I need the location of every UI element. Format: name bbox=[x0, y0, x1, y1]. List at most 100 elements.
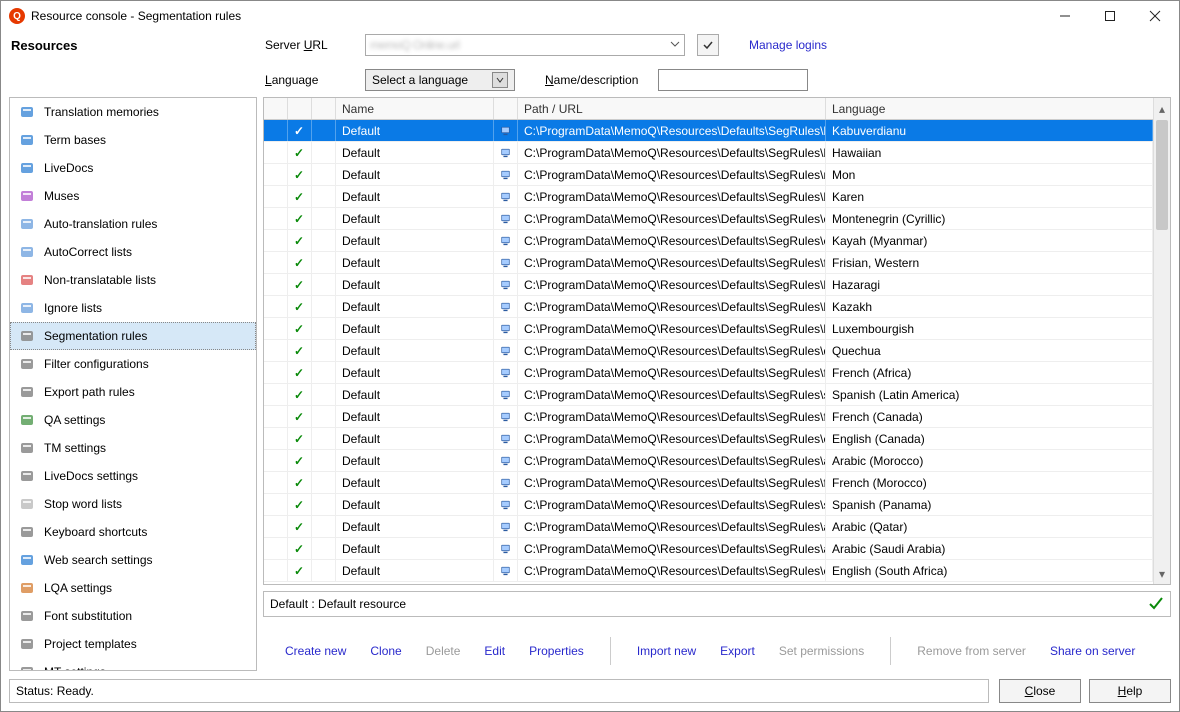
scroll-up-icon[interactable]: ▴ bbox=[1154, 100, 1170, 117]
sidebar-item-autocorrect-lists[interactable]: AutoCorrect lists bbox=[10, 238, 256, 266]
create-new-link[interactable]: Create new bbox=[273, 644, 358, 658]
checkmark-icon: ✓ bbox=[294, 344, 304, 358]
close-dialog-button[interactable]: Close bbox=[999, 679, 1081, 703]
sidebar-item-segmentation-rules[interactable]: Segmentation rules bbox=[10, 322, 256, 350]
table-row[interactable]: ✓DefaultC:\ProgramData\MemoQ\Resources\D… bbox=[264, 120, 1153, 142]
table-row[interactable]: ✓DefaultC:\ProgramData\MemoQ\Resources\D… bbox=[264, 340, 1153, 362]
sidebar-item-label: Muses bbox=[44, 189, 79, 203]
sidebar-item-qa-settings[interactable]: QA settings bbox=[10, 406, 256, 434]
computer-icon bbox=[494, 340, 518, 361]
manage-logins-link[interactable]: Manage logins bbox=[749, 38, 827, 52]
sidebar-item-project-templates[interactable]: Project templates bbox=[10, 630, 256, 658]
share-on-server-link[interactable]: Share on server bbox=[1038, 644, 1147, 658]
header-path[interactable]: Path / URL bbox=[518, 98, 826, 119]
header-check[interactable] bbox=[288, 98, 312, 119]
row-path: C:\ProgramData\MemoQ\Resources\Defaults\… bbox=[518, 208, 826, 229]
row-language: Frisian, Western bbox=[826, 252, 1153, 273]
sidebar-item-auto-translation-rules[interactable]: Auto-translation rules bbox=[10, 210, 256, 238]
row-language: Quechua bbox=[826, 340, 1153, 361]
row-name: Default bbox=[336, 120, 494, 141]
table-row[interactable]: ✓DefaultC:\ProgramData\MemoQ\Resources\D… bbox=[264, 142, 1153, 164]
sidebar-item-keyboard-shortcuts[interactable]: Keyboard shortcuts bbox=[10, 518, 256, 546]
table-row[interactable]: ✓DefaultC:\ProgramData\MemoQ\Resources\D… bbox=[264, 384, 1153, 406]
header-blank[interactable] bbox=[264, 98, 288, 119]
table-row[interactable]: ✓DefaultC:\ProgramData\MemoQ\Resources\D… bbox=[264, 318, 1153, 340]
server-url-combo[interactable]: memoQ Online.url bbox=[365, 34, 685, 56]
row-name: Default bbox=[336, 142, 494, 163]
resource-nav[interactable]: Translation memoriesTerm basesLiveDocs Mu… bbox=[9, 97, 257, 671]
nav-icon bbox=[18, 439, 36, 457]
table-row[interactable]: ✓DefaultC:\ProgramData\MemoQ\Resources\D… bbox=[264, 296, 1153, 318]
sidebar-item-web-search-settings[interactable]: Web search settings bbox=[10, 546, 256, 574]
resource-grid[interactable]: Name Path / URL Language ✓DefaultC:\Prog… bbox=[263, 97, 1171, 585]
nav-icon bbox=[18, 243, 36, 261]
table-row[interactable]: ✓DefaultC:\ProgramData\MemoQ\Resources\D… bbox=[264, 538, 1153, 560]
language-combo[interactable]: Select a language bbox=[365, 69, 515, 91]
sidebar-item-muses[interactable]: Muses bbox=[10, 182, 256, 210]
scroll-thumb[interactable] bbox=[1156, 120, 1168, 230]
table-row[interactable]: ✓DefaultC:\ProgramData\MemoQ\Resources\D… bbox=[264, 164, 1153, 186]
set-permissions-link: Set permissions bbox=[767, 644, 876, 658]
sidebar-item-ignore-lists[interactable]: Ignore lists bbox=[10, 294, 256, 322]
server-apply-button[interactable] bbox=[697, 34, 719, 56]
table-row[interactable]: ✓DefaultC:\ProgramData\MemoQ\Resources\D… bbox=[264, 472, 1153, 494]
sidebar-item-mt-settings[interactable]: MT settings bbox=[10, 658, 256, 671]
row-path: C:\ProgramData\MemoQ\Resources\Defaults\… bbox=[518, 274, 826, 295]
export-link[interactable]: Export bbox=[708, 644, 767, 658]
checkmark-icon bbox=[1148, 595, 1164, 614]
header-language[interactable]: Language bbox=[826, 98, 1170, 119]
app-icon: Q bbox=[9, 8, 25, 24]
nav-icon bbox=[18, 327, 36, 345]
separator bbox=[890, 637, 891, 665]
nav-icon bbox=[18, 607, 36, 625]
table-row[interactable]: ✓DefaultC:\ProgramData\MemoQ\Resources\D… bbox=[264, 274, 1153, 296]
row-path: C:\ProgramData\MemoQ\Resources\Defaults\… bbox=[518, 494, 826, 515]
table-row[interactable]: ✓DefaultC:\ProgramData\MemoQ\Resources\D… bbox=[264, 494, 1153, 516]
sidebar-item-livedocs-settings[interactable]: LiveDocs settings bbox=[10, 462, 256, 490]
sidebar-item-stop-word-lists[interactable]: Stop word lists bbox=[10, 490, 256, 518]
sidebar-item-livedocs[interactable]: LiveDocs bbox=[10, 154, 256, 182]
sidebar-item-label: Auto-translation rules bbox=[44, 217, 157, 231]
table-row[interactable]: ✓DefaultC:\ProgramData\MemoQ\Resources\D… bbox=[264, 230, 1153, 252]
sidebar-item-export-path-rules[interactable]: Export path rules bbox=[10, 378, 256, 406]
help-button[interactable]: Help bbox=[1089, 679, 1171, 703]
header-blank2[interactable] bbox=[312, 98, 336, 119]
table-row[interactable]: ✓DefaultC:\ProgramData\MemoQ\Resources\D… bbox=[264, 428, 1153, 450]
row-path: C:\ProgramData\MemoQ\Resources\Defaults\… bbox=[518, 340, 826, 361]
header-icon[interactable] bbox=[494, 98, 518, 119]
sidebar-item-filter-configurations[interactable]: Filter configurations bbox=[10, 350, 256, 378]
table-row[interactable]: ✓DefaultC:\ProgramData\MemoQ\Resources\D… bbox=[264, 208, 1153, 230]
close-button[interactable] bbox=[1132, 2, 1177, 30]
sidebar-item-non-translatable-lists[interactable]: Non-translatable lists bbox=[10, 266, 256, 294]
computer-icon bbox=[494, 296, 518, 317]
sidebar-item-term-bases[interactable]: Term bases bbox=[10, 126, 256, 154]
edit-link[interactable]: Edit bbox=[472, 644, 517, 658]
clone-link[interactable]: Clone bbox=[358, 644, 413, 658]
sidebar-item-font-substitution[interactable]: Font substitution bbox=[10, 602, 256, 630]
import-new-link[interactable]: Import new bbox=[625, 644, 708, 658]
server-url-label: Server URL bbox=[265, 38, 355, 52]
minimize-button[interactable] bbox=[1042, 2, 1087, 30]
table-row[interactable]: ✓DefaultC:\ProgramData\MemoQ\Resources\D… bbox=[264, 252, 1153, 274]
properties-link[interactable]: Properties bbox=[517, 644, 596, 658]
scroll-down-icon[interactable]: ▾ bbox=[1154, 565, 1170, 582]
server-url-value: memoQ Online.url bbox=[370, 38, 459, 52]
row-path: C:\ProgramData\MemoQ\Resources\Defaults\… bbox=[518, 230, 826, 251]
header-name[interactable]: Name bbox=[336, 98, 494, 119]
table-row[interactable]: ✓DefaultC:\ProgramData\MemoQ\Resources\D… bbox=[264, 186, 1153, 208]
vertical-scrollbar[interactable]: ▴ ▾ bbox=[1153, 98, 1170, 584]
titlebar: Q Resource console - Segmentation rules bbox=[1, 1, 1179, 31]
sidebar-item-translation-memories[interactable]: Translation memories bbox=[10, 98, 256, 126]
sidebar-item-tm-settings[interactable]: TM settings bbox=[10, 434, 256, 462]
table-row[interactable]: ✓DefaultC:\ProgramData\MemoQ\Resources\D… bbox=[264, 516, 1153, 538]
row-path: C:\ProgramData\MemoQ\Resources\Defaults\… bbox=[518, 296, 826, 317]
maximize-button[interactable] bbox=[1087, 2, 1132, 30]
table-row[interactable]: ✓DefaultC:\ProgramData\MemoQ\Resources\D… bbox=[264, 406, 1153, 428]
table-row[interactable]: ✓DefaultC:\ProgramData\MemoQ\Resources\D… bbox=[264, 560, 1153, 582]
table-row[interactable]: ✓DefaultC:\ProgramData\MemoQ\Resources\D… bbox=[264, 450, 1153, 472]
table-row[interactable]: ✓DefaultC:\ProgramData\MemoQ\Resources\D… bbox=[264, 362, 1153, 384]
sidebar-item-label: TM settings bbox=[44, 441, 106, 455]
name-desc-input[interactable] bbox=[658, 69, 808, 91]
sidebar-item-lqa-settings[interactable]: LQA settings bbox=[10, 574, 256, 602]
checkmark-icon: ✓ bbox=[294, 124, 304, 138]
